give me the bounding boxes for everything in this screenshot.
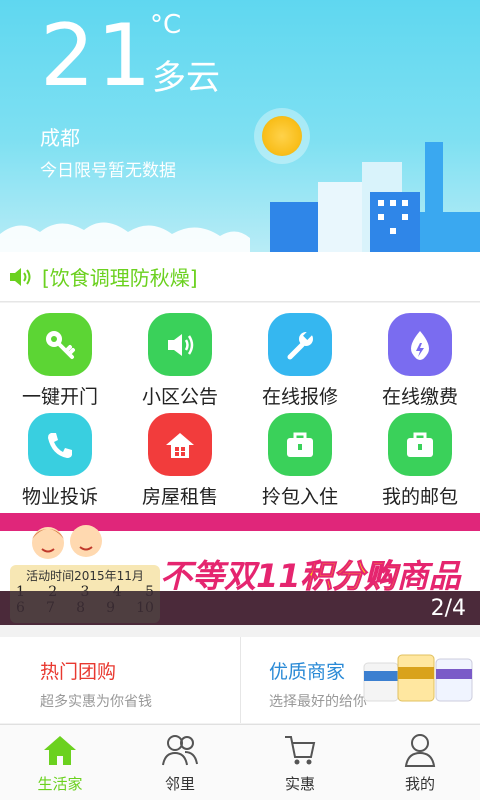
service-label: 物业投诉 [21,486,98,508]
quality-merchant-card[interactable]: 优质商家 选择最好的给你 [240,637,480,723]
service-label: 拎包入住 [261,486,338,508]
flame-drop-icon [388,313,452,376]
merchant-section: 热门团购 超多实惠为你省钱 优质商家 选择最好的给你 [0,637,480,723]
banner-pager: 2/4 [430,596,466,621]
milk-powder-image [363,654,473,702]
phone-icon [28,413,92,476]
slogan-prefix: 不等双11 [160,557,301,595]
card-subtitle: 超多实惠为你省钱 [40,694,152,710]
service-payment[interactable]: 在线缴费 [360,309,480,409]
calendar-title: 活动时间2015年11月 [26,569,144,583]
slogan-highlight: 积分购 [300,557,397,596]
city-name[interactable]: 成都 [40,122,80,151]
tab-label: 我的 [404,775,435,793]
hot-group-buy-card[interactable]: 热门团购 超多实惠为你省钱 [0,637,240,723]
notice-text: [饮食调理防秋燥] [42,266,198,290]
slogan-suffix: 商品 [396,557,461,595]
bag-icon [268,413,332,476]
tab-deals[interactable]: 实惠 [240,725,360,800]
traffic-limit-info: 今日限号暂无数据 [40,161,176,181]
banner-footer [0,591,480,625]
person-icon [404,734,436,767]
temperature-unit: °C [150,10,182,40]
home-icon [44,736,76,765]
clouds-illustration [0,222,250,252]
weather-header: 21 °C 多云 成都 今日限号暂无数据 [0,0,480,252]
tab-neighbors[interactable]: 邻里 [120,725,240,800]
promo-banner[interactable]: 活动时间2015年11月 1 2 3 4 5 6 7 8 9 10 不等双11积… [0,513,480,625]
tab-mine[interactable]: 我的 [360,725,480,800]
notice-bar[interactable]: [饮食调理防秋燥] [0,252,480,302]
card-subtitle: 选择最好的给你 [269,694,367,710]
bottom-tab-bar: 生活家 邻里 实惠 我的 [0,724,480,800]
key-icon [28,313,92,376]
people-icon [162,735,198,766]
temperature: 21 [40,6,154,106]
service-label: 在线缴费 [381,386,458,408]
service-my-parcel[interactable]: 我的邮包 [360,409,480,509]
service-label: 我的邮包 [381,486,458,508]
service-one-key-open[interactable]: 一键开门 [0,309,120,409]
card-title: 热门团购 [40,661,117,683]
weather-condition: 多云 [152,58,220,98]
tab-label: 生活家 [37,775,83,793]
service-label: 在线报修 [261,386,338,408]
wrench-icon [268,313,332,376]
tab-life[interactable]: 生活家 [0,725,120,800]
service-move-in[interactable]: 拎包入住 [240,409,360,509]
bag-icon [388,413,452,476]
service-label: 一键开门 [21,386,98,408]
tab-label: 邻里 [164,775,195,793]
service-label: 房屋租售 [141,486,218,508]
house-icon [148,413,212,476]
tab-label: 实惠 [284,775,315,793]
cart-icon [285,736,316,765]
service-complaint[interactable]: 物业投诉 [0,409,120,509]
service-house-rent-sale[interactable]: 房屋租售 [120,409,240,509]
service-repair[interactable]: 在线报修 [240,309,360,409]
service-label: 小区公告 [141,386,218,408]
speaker-icon [10,267,31,286]
card-title: 优质商家 [269,661,346,683]
service-grid: 一键开门 小区公告 在线报修 在线缴费 物业投诉 房屋租售 拎包入住 我的邮包 [0,303,480,513]
service-announcement[interactable]: 小区公告 [120,309,240,409]
speaker-icon [148,313,212,376]
